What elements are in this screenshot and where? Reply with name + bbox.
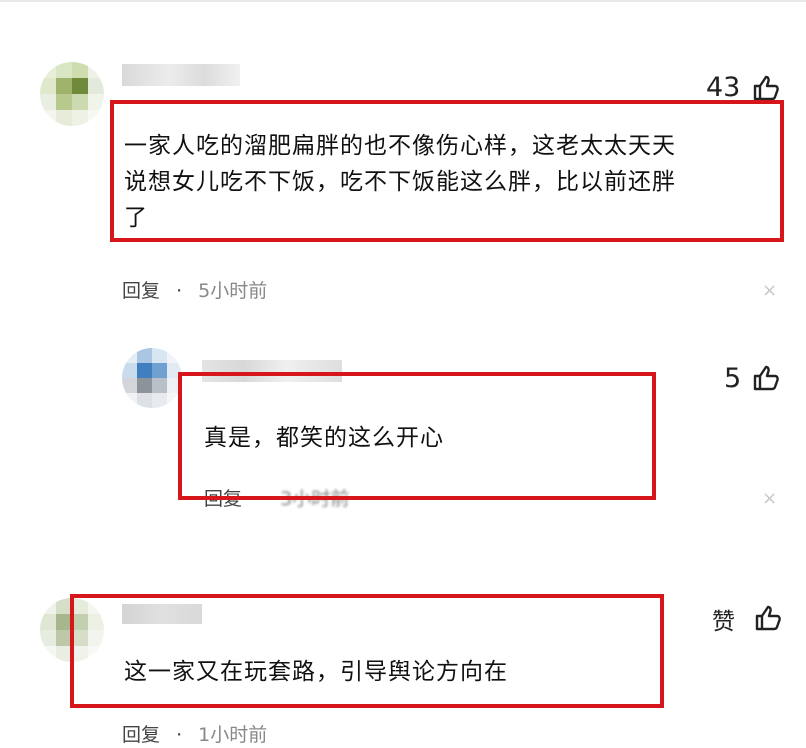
thumb-up-icon[interactable] xyxy=(752,364,780,392)
avatar[interactable] xyxy=(122,348,182,408)
like-count: 43 xyxy=(706,72,741,103)
thumb-up-icon[interactable] xyxy=(752,74,780,102)
thumb-up-icon[interactable] xyxy=(754,604,782,632)
top-divider xyxy=(0,0,806,2)
comment-time: 1小时前 xyxy=(198,724,268,746)
highlight-box xyxy=(70,594,664,708)
comment-meta: 回复 · 5小时前 xyxy=(122,276,267,303)
like-count: 5 xyxy=(724,363,742,394)
username-blurred[interactable] xyxy=(122,64,240,86)
like-label: 赞 xyxy=(712,609,735,635)
reply-button[interactable]: 回复 xyxy=(122,724,160,746)
comment-meta: 回复 · 1小时前 xyxy=(122,720,267,747)
comment-time: 5小时前 xyxy=(198,280,268,302)
meta-separator: · xyxy=(176,724,183,746)
close-icon[interactable]: × xyxy=(762,280,777,301)
highlight-box xyxy=(178,372,656,500)
reply-button[interactable]: 回复 xyxy=(122,280,160,302)
avatar[interactable] xyxy=(40,62,104,126)
highlight-box xyxy=(110,100,784,242)
meta-separator: · xyxy=(176,280,183,302)
close-icon[interactable]: × xyxy=(762,488,777,509)
